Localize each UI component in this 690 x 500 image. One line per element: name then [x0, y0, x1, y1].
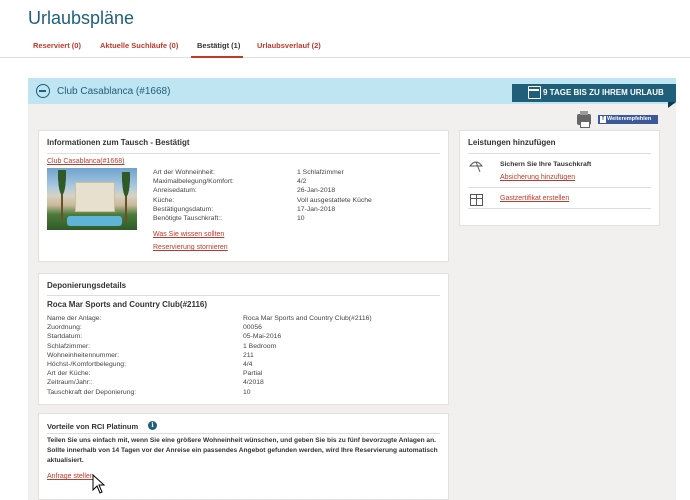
- tab-bar: Reserviert (0) Aktuelle Suchläufe (0) Be…: [0, 34, 690, 58]
- exchange-detail-value: 10: [297, 215, 305, 222]
- deposit-detail-label: Höchst-/Komfortbelegung:: [47, 361, 126, 368]
- what-to-know-link[interactable]: Was Sie wissen sollten: [153, 231, 224, 238]
- club-name: Club Casablanca (#1668): [57, 86, 171, 97]
- exchange-detail-label: Bestätigungsdatum:: [153, 205, 214, 213]
- deposit-resort-name: Roca Mar Sports and Country Club(#2116): [47, 300, 208, 309]
- deposit-detail-label: Zeitraum/Jahr::: [47, 379, 93, 387]
- divider: [47, 295, 440, 296]
- exchange-detail-label: Küche:: [153, 196, 175, 204]
- exchange-detail-value: 26-Jan-2018: [297, 187, 336, 195]
- divider: [468, 208, 651, 209]
- page-title: Urlaubspläne: [28, 8, 135, 28]
- gift-icon: [470, 194, 483, 206]
- tab-current-searches[interactable]: Aktuelle Suchläufe (0): [100, 41, 178, 50]
- club-link[interactable]: Club Casablanca(#1668): [47, 158, 124, 165]
- deposit-detail-label: Art der Küche:: [47, 370, 91, 378]
- collapse-icon[interactable]: [36, 84, 50, 98]
- exchange-detail-value: 4/2: [297, 178, 307, 186]
- exchange-detail-label: Benötigte Tauschkraft::: [153, 215, 223, 222]
- deposit-detail-label: Wohneinheitennummer:: [47, 351, 120, 359]
- exchange-detail-label: Art der Wohneinheit:: [153, 169, 215, 176]
- deposit-card-title: Deponierungsdetails: [47, 281, 127, 290]
- umbrella-icon: [468, 161, 484, 173]
- exchange-card-title: Informationen zum Tausch - Bestätigt: [47, 138, 190, 147]
- add-protection-link[interactable]: Absicherung hinzufügen: [500, 174, 575, 181]
- deposit-detail-label: Startdatum:: [47, 333, 83, 341]
- deposit-detail-value: 05-Mai-2016: [243, 333, 282, 341]
- cancel-reservation-link[interactable]: Reservierung stornieren: [153, 244, 228, 251]
- deposit-detail-value: 10: [243, 388, 251, 396]
- divider: [47, 153, 440, 154]
- facebook-share-button[interactable]: Weiterempfehlen: [598, 115, 658, 124]
- deposit-detail-label: Tauschkraft der Deponierung:: [47, 388, 137, 396]
- deposit-detail-value: 00056: [243, 324, 262, 332]
- exchange-detail-value: 17-Jan-2018: [297, 205, 336, 213]
- tab-reserved[interactable]: Reserviert (0): [33, 41, 81, 50]
- deposit-detail-value: Partial: [243, 370, 263, 378]
- tab-vacation-history[interactable]: Urlaubsverlauf (2): [257, 41, 321, 50]
- badge-fold: [668, 102, 676, 108]
- printer-icon[interactable]: [577, 111, 591, 128]
- calendar-icon: [528, 86, 541, 99]
- platinum-description: Teilen Sie uns einfach mit, wenn Sie ein…: [47, 437, 438, 464]
- deposit-detail-value: 4/4: [243, 361, 253, 368]
- resort-photo: [47, 168, 137, 230]
- info-icon[interactable]: i: [148, 421, 157, 430]
- deposit-detail-value: 211: [243, 351, 254, 359]
- mouse-cursor-icon: [92, 474, 106, 494]
- platinum-card-title: Vorteile von RCI Platinum: [47, 422, 139, 431]
- deposit-detail-label: Schlafzimmer:: [47, 342, 91, 350]
- facebook-icon: f: [600, 116, 606, 123]
- divider: [468, 187, 651, 188]
- protection-title: Sichern Sie Ihre Tauschkraft: [500, 161, 592, 168]
- submit-request-link[interactable]: Anfrage stellen: [47, 473, 94, 480]
- deposit-detail-label: Zuordnung:: [47, 324, 82, 332]
- deposit-detail-label: Name der Anlage:: [47, 315, 102, 322]
- exchange-detail-label: Anreisedatum:: [153, 187, 197, 195]
- divider: [468, 153, 651, 154]
- deposit-detail-value: 4/2018: [243, 379, 264, 387]
- tab-confirmed[interactable]: Bestätigt (1): [197, 41, 240, 50]
- services-card-title: Leistungen hinzufügen: [468, 138, 556, 147]
- active-tab-indicator: [191, 56, 243, 58]
- exchange-detail-value: Voll ausgestattete Küche: [297, 196, 372, 204]
- deposit-detail-value: 1 Bedroom: [243, 342, 277, 350]
- deposit-detail-value: Roca Mar Sports and Country Club(#2116): [243, 315, 372, 322]
- exchange-detail-value: 1 Schlafzimmer: [297, 169, 344, 176]
- create-guest-certificate-link[interactable]: Gastzertifikat erstellen: [500, 195, 569, 202]
- divider: [47, 433, 440, 434]
- exchange-detail-label: Maximalbelegung/Komfort:: [153, 178, 234, 186]
